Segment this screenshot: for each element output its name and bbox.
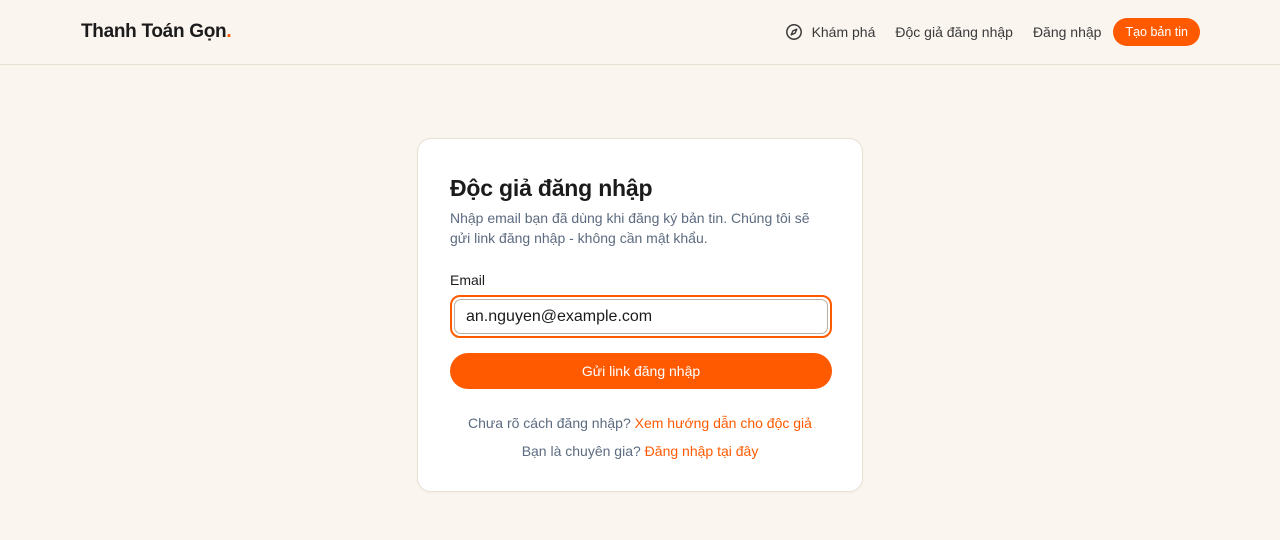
reader-help-line: Chưa rõ cách đăng nhập? Xem hướng dẫn ch…: [450, 413, 830, 433]
nav-explore-link[interactable]: Khám phá: [785, 23, 876, 41]
login-description: Nhập email bạn đã dùng khi đăng ký bản t…: [450, 210, 810, 246]
brand-logo[interactable]: Thanh Toán Gọn.: [81, 21, 232, 43]
main-nav: Khám phá Độc giả đăng nhập Đăng nhập Tạo…: [785, 18, 1200, 46]
nav-login-link[interactable]: Đăng nhập: [1033, 24, 1102, 40]
reader-guide-link[interactable]: Xem hướng dẫn cho độc giả: [635, 415, 812, 431]
nav-explore-label: Khám phá: [811, 24, 876, 40]
expert-login-link[interactable]: Đăng nhập tại đây: [645, 443, 759, 459]
expert-prompt: Bạn là chuyên gia?: [521, 443, 641, 459]
top-navigation-bar: Thanh Toán Gọn. Khám phá Độc giả đăng nh…: [0, 0, 1280, 65]
email-focus-ring: [450, 295, 832, 338]
email-input[interactable]: [454, 299, 828, 334]
expert-login-line: Bạn là chuyên gia? Đăng nhập tại đây: [450, 441, 830, 461]
send-login-link-button[interactable]: Gửi link đăng nhập: [450, 353, 832, 389]
nav-reader-login-link[interactable]: Độc giả đăng nhập: [895, 24, 1013, 40]
brand-dot: .: [226, 21, 232, 42]
create-newsletter-button[interactable]: Tạo bản tin: [1113, 18, 1200, 46]
email-label: Email: [450, 272, 486, 288]
reader-help-prompt: Chưa rõ cách đăng nhập?: [468, 415, 631, 431]
compass-icon: [785, 24, 802, 40]
brand-name: Thanh Toán Gọn: [81, 21, 227, 42]
reader-login-card: Độc giả đăng nhập Nhập email bạn đã dùng…: [417, 138, 863, 492]
page-title: Độc giả đăng nhập: [450, 175, 653, 201]
